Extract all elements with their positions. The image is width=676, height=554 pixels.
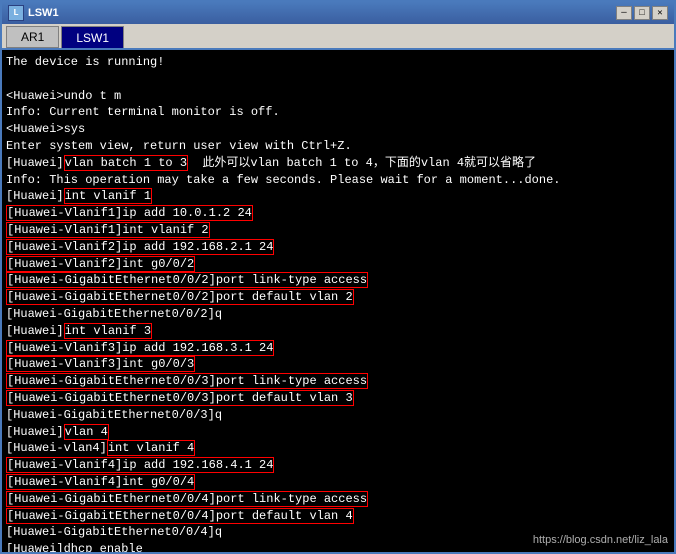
line-vlanif3-ip: [Huawei-Vlanif3]ip add 192.168.3.1 24	[6, 340, 670, 357]
line-int-vlanif3: [Huawei]int vlanif 3	[6, 323, 670, 340]
line-g002-default: [Huawei-GigabitEthernet0/0/2]port defaul…	[6, 289, 670, 306]
line-g004-default: [Huawei-GigabitEthernet0/0/4]port defaul…	[6, 508, 670, 525]
line-g004-link: [Huawei-GigabitEthernet0/0/4]port link-t…	[6, 491, 670, 508]
close-button[interactable]: ✕	[652, 6, 668, 20]
line-vlanif4-g004: [Huawei-Vlanif4]int g0/0/4	[6, 474, 670, 491]
title-bar-left: L LSW1	[8, 5, 59, 21]
line-dhcp: [Huawei]dhcp enable	[6, 541, 670, 552]
line-g002-q: [Huawei-GigabitEthernet0/0/2]q	[6, 306, 670, 323]
line-g003-default: [Huawei-GigabitEthernet0/0/3]port defaul…	[6, 390, 670, 407]
window-title: LSW1	[28, 7, 59, 19]
tab-lsw1[interactable]: LSW1	[61, 26, 124, 48]
line-g003-q: [Huawei-GigabitEthernet0/0/3]q	[6, 407, 670, 424]
line-vlan4: [Huawei]vlan 4	[6, 424, 670, 441]
title-buttons: ─ □ ✕	[616, 6, 668, 20]
line-g002-link: [Huawei-GigabitEthernet0/0/2]port link-t…	[6, 272, 670, 289]
title-bar: L LSW1 ─ □ ✕	[2, 2, 674, 24]
line-enter: Enter system view, return user view with…	[6, 138, 670, 155]
window-icon: L	[8, 5, 24, 21]
line-vlanif2-ip: [Huawei-Vlanif2]ip add 192.168.2.1 24	[6, 239, 670, 256]
line-g004-q: [Huawei-GigabitEthernet0/0/4]q	[6, 524, 670, 541]
terminal[interactable]: The device is running! <Huawei>undo t m …	[2, 50, 674, 552]
line-sys: <Huawei>sys	[6, 121, 670, 138]
line-info-op: Info: This operation may take a few seco…	[6, 172, 670, 189]
line-1: The device is running!	[6, 54, 670, 71]
line-vlanif1-ip: [Huawei-Vlanif1]ip add 10.0.1.2 24	[6, 205, 670, 222]
line-vlanif4-ip: [Huawei-Vlanif4]ip add 192.168.4.1 24	[6, 457, 670, 474]
line-empty-1	[6, 71, 670, 88]
line-vlanif3-g003: [Huawei-Vlanif3]int g0/0/3	[6, 356, 670, 373]
maximize-button[interactable]: □	[634, 6, 650, 20]
tab-ar1[interactable]: AR1	[6, 26, 59, 48]
line-monitor: Info: Current terminal monitor is off.	[6, 104, 670, 121]
terminal-wrapper: The device is running! <Huawei>undo t m …	[2, 50, 674, 552]
line-vlanif1-int2: [Huawei-Vlanif1]int vlanif 2	[6, 222, 670, 239]
line-undo: <Huawei>undo t m	[6, 88, 670, 105]
line-vlan-batch: [Huawei]vlan batch 1 to 3 此外可以vlan batch…	[6, 155, 670, 172]
line-vlan4-int: [Huawei-vlan4]int vlanif 4	[6, 440, 670, 457]
line-int-vlanif1: [Huawei]int vlanif 1	[6, 188, 670, 205]
line-g003-link: [Huawei-GigabitEthernet0/0/3]port link-t…	[6, 373, 670, 390]
line-vlanif2-g002: [Huawei-Vlanif2]int g0/0/2	[6, 256, 670, 273]
tabs-bar: AR1 LSW1	[2, 24, 674, 50]
minimize-button[interactable]: ─	[616, 6, 632, 20]
main-window: L LSW1 ─ □ ✕ AR1 LSW1 The device is runn…	[0, 0, 676, 554]
